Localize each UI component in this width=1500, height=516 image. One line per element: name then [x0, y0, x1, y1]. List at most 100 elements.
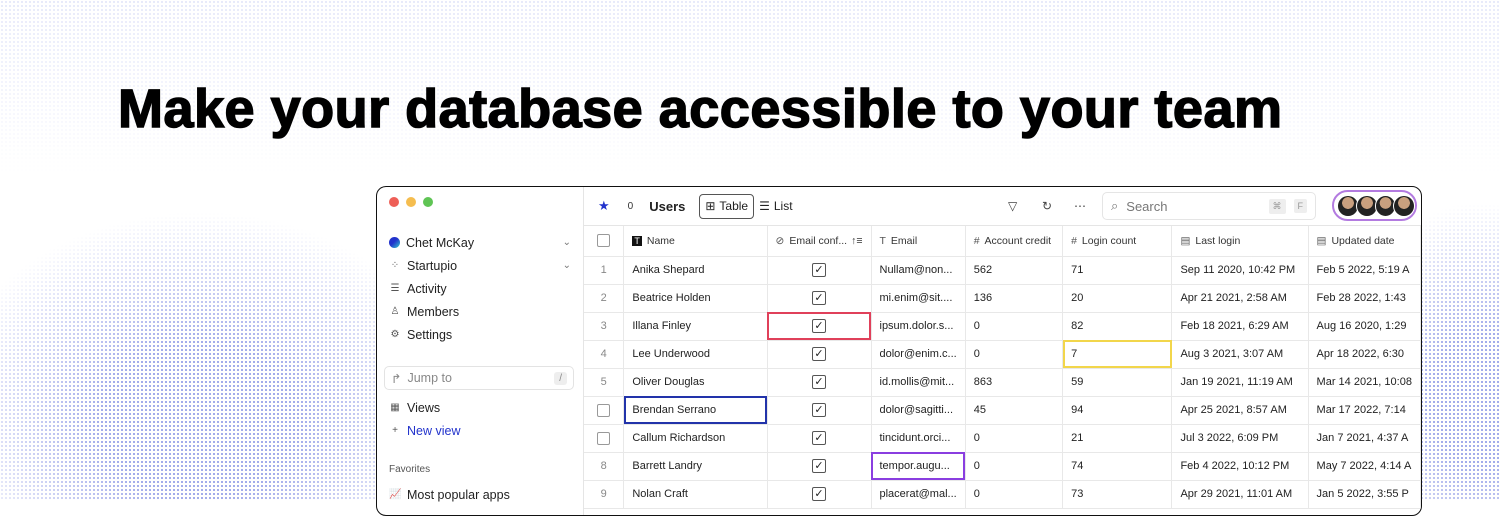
cell-email[interactable]: dolor@enim.c... — [871, 340, 966, 369]
row-number[interactable] — [584, 424, 625, 453]
cell-logins[interactable]: 21 — [1062, 424, 1173, 453]
search-input[interactable]: ⌕ Search ⌘ F — [1102, 192, 1316, 220]
cell-logins[interactable]: 82 — [1062, 312, 1173, 341]
cell-updated[interactable]: Feb 5 2022, 5:19 A — [1308, 256, 1421, 285]
column-header-login-count[interactable]: # Login count — [1062, 226, 1173, 257]
cell-credit[interactable]: 0 — [965, 480, 1064, 509]
table-row[interactable]: 3 Illana Finley ✓ ipsum.dolor.s... 0 82 Feb 18… — [584, 312, 1421, 341]
cell-email-confirmed[interactable]: ✓ — [767, 452, 872, 481]
close-window-button[interactable] — [389, 197, 399, 207]
cell-last[interactable]: Feb 4 2022, 10:12 PM — [1171, 452, 1309, 481]
cell-logins[interactable]: 20 — [1062, 284, 1173, 313]
sidebar-item-views[interactable]: ▦ Views — [389, 396, 571, 419]
sidebar-item-members[interactable]: ♙ Members — [389, 300, 571, 323]
tab-table[interactable]: ⊞ Table — [699, 193, 755, 219]
cell-name[interactable]: Beatrice Holden — [623, 284, 768, 313]
column-header-email[interactable]: T Email — [871, 226, 966, 257]
cell-credit[interactable]: 136 — [965, 284, 1064, 313]
cell-name[interactable]: Brendan Serrano — [623, 396, 768, 425]
cell-last[interactable]: Jan 19 2021, 11:19 AM — [1171, 368, 1309, 397]
row-number[interactable]: 4 — [584, 340, 625, 369]
column-header-updated-date[interactable]: ▤ Updated date — [1308, 226, 1421, 257]
refresh-icon[interactable]: ↻ — [1042, 199, 1052, 213]
cell-email-confirmed[interactable]: ✓ — [767, 396, 872, 425]
cell-last[interactable]: Apr 29 2021, 11:01 AM — [1171, 480, 1309, 509]
cell-name[interactable]: Oliver Douglas — [623, 368, 768, 397]
cell-last[interactable]: Feb 18 2021, 6:29 AM — [1171, 312, 1309, 341]
cell-logins[interactable]: 74 — [1062, 452, 1173, 481]
checkbox-checked[interactable]: ✓ — [812, 375, 826, 389]
user-switcher[interactable]: Chet McKay ⌄ — [389, 231, 571, 254]
favorite-item[interactable]: 📈 Most popular apps — [389, 483, 571, 506]
row-number[interactable] — [584, 396, 625, 425]
cell-credit[interactable]: 45 — [965, 396, 1064, 425]
cell-email-confirmed[interactable]: ✓ — [767, 340, 872, 369]
checkbox-checked[interactable]: ✓ — [812, 319, 826, 333]
checkbox-checked[interactable]: ✓ — [812, 403, 826, 417]
table-row[interactable]: 9 Nolan Craft ✓ placerat@mal... 0 73 Apr 29 20… — [584, 480, 1421, 509]
table-row[interactable]: 4 Lee Underwood ✓ dolor@enim.c... 0 7 Aug 3 20… — [584, 340, 1421, 369]
row-number[interactable]: 5 — [584, 368, 625, 397]
checkbox-checked[interactable]: ✓ — [812, 347, 826, 361]
column-header-last-login[interactable]: ▤ Last login — [1171, 226, 1309, 257]
cell-credit[interactable]: 863 — [965, 368, 1064, 397]
cell-credit[interactable]: 0 — [965, 452, 1064, 481]
cell-logins[interactable]: 59 — [1062, 368, 1173, 397]
table-row[interactable]: 8 Barrett Landry ✓ tempor.augu... 0 74 Feb 4 2… — [584, 452, 1421, 481]
row-number[interactable]: 3 — [584, 312, 625, 341]
table-row[interactable]: 1 Anika Shepard ✓ Nullam@non... 562 71 Sep 11 … — [584, 256, 1421, 285]
cell-email[interactable]: placerat@mal... — [871, 480, 966, 509]
cell-credit[interactable]: 562 — [965, 256, 1064, 285]
checkbox-checked[interactable]: ✓ — [812, 459, 826, 473]
minimize-window-button[interactable] — [406, 197, 416, 207]
cell-name[interactable]: Illana Finley — [623, 312, 768, 341]
cell-updated[interactable]: Jan 5 2022, 3:55 P — [1308, 480, 1421, 509]
table-row[interactable]: 5 Oliver Douglas ✓ id.mollis@mit... 863 59 Jan… — [584, 368, 1421, 397]
cell-name[interactable]: Callum Richardson — [623, 424, 768, 453]
select-all-checkbox[interactable] — [584, 226, 625, 257]
table-row[interactable]: Callum Richardson ✓ tincidunt.orci... 0 21 Ju… — [584, 424, 1421, 453]
row-select-checkbox[interactable] — [597, 403, 611, 417]
collaborator-avatars[interactable] — [1332, 190, 1417, 221]
cell-updated[interactable]: Mar 17 2022, 7:14 — [1308, 396, 1421, 425]
checkbox-checked[interactable]: ✓ — [812, 487, 826, 501]
row-number[interactable]: 8 — [584, 452, 625, 481]
sidebar-item-settings[interactable]: ⚙ Settings — [389, 323, 571, 346]
cell-logins[interactable]: 7 — [1062, 340, 1173, 369]
more-icon[interactable]: ⋯ — [1074, 199, 1086, 213]
column-header-email-confirmed[interactable]: ⊘ Email conf... ↑≡ — [767, 226, 872, 257]
cell-credit[interactable]: 0 — [965, 424, 1064, 453]
tab-list[interactable]: ☰ List — [754, 194, 797, 219]
checkbox-checked[interactable]: ✓ — [812, 291, 826, 305]
sidebar-item-activity[interactable]: ☰ Activity — [389, 277, 571, 300]
cell-email-confirmed[interactable]: ✓ — [767, 480, 872, 509]
cell-name[interactable]: Nolan Craft — [623, 480, 768, 509]
cell-credit[interactable]: 0 — [965, 312, 1064, 341]
cell-email-confirmed[interactable]: ✓ — [767, 424, 872, 453]
workspace-switcher[interactable]: ⁘ Startupio ⌄ — [389, 254, 571, 277]
checkbox-checked[interactable]: ✓ — [812, 263, 826, 277]
cell-name[interactable]: Anika Shepard — [623, 256, 768, 285]
cell-credit[interactable]: 0 — [965, 340, 1064, 369]
cell-email[interactable]: ipsum.dolor.s... — [871, 312, 966, 341]
cell-email-confirmed[interactable]: ✓ — [767, 284, 872, 313]
maximize-window-button[interactable] — [423, 197, 433, 207]
row-select-checkbox[interactable] — [597, 431, 611, 445]
cell-updated[interactable]: Apr 18 2022, 6:30 — [1308, 340, 1421, 369]
row-number[interactable]: 9 — [584, 480, 625, 509]
cell-email[interactable]: dolor@sagitti... — [871, 396, 966, 425]
column-header-name[interactable]: T Name — [623, 226, 768, 257]
cell-email[interactable]: mi.enim@sit.... — [871, 284, 966, 313]
sort-icon[interactable]: ↑≡ — [851, 235, 862, 247]
cell-email-confirmed[interactable]: ✓ — [767, 368, 872, 397]
cell-email[interactable]: tempor.augu... — [871, 452, 966, 481]
column-header-account-credit[interactable]: # Account credit — [965, 226, 1064, 257]
cell-last[interactable]: Sep 11 2020, 10:42 PM — [1171, 256, 1309, 285]
cell-logins[interactable]: 94 — [1062, 396, 1173, 425]
table-row[interactable]: 2 Beatrice Holden ✓ mi.enim@sit.... 136 20 Apr… — [584, 284, 1421, 313]
cell-email[interactable]: tincidunt.orci... — [871, 424, 966, 453]
cell-updated[interactable]: Mar 14 2021, 10:08 — [1308, 368, 1421, 397]
cell-updated[interactable]: Jan 7 2021, 4:37 A — [1308, 424, 1421, 453]
jump-to-input[interactable]: ↱ Jump to / — [384, 366, 574, 390]
cell-updated[interactable]: May 7 2022, 4:14 A — [1308, 452, 1421, 481]
